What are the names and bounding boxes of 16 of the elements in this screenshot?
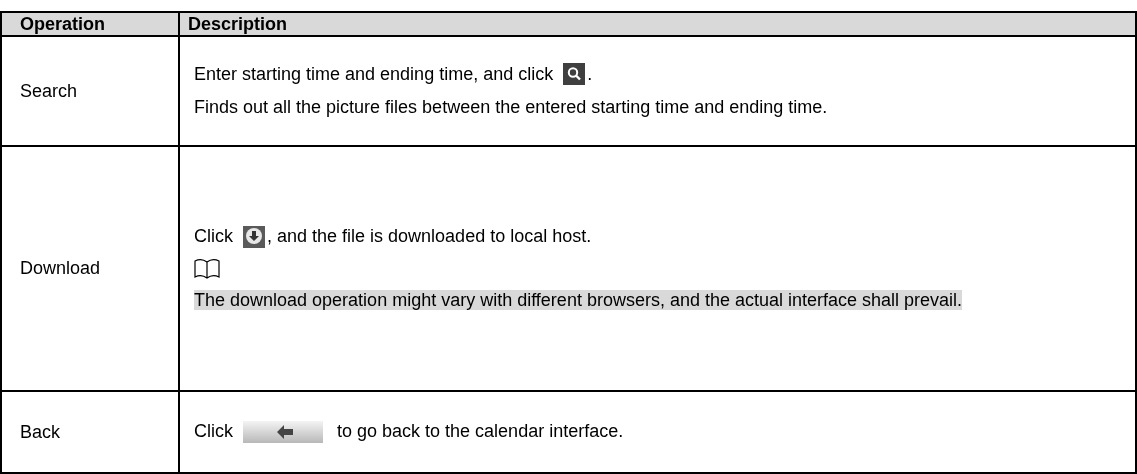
operation-name: Download [20, 258, 101, 278]
download-icon [243, 225, 265, 248]
operation-name: Search [20, 80, 78, 101]
instruction-text: Click [194, 420, 233, 444]
column-header: Operation [1, 12, 179, 36]
instruction-text: Click [194, 225, 233, 249]
instruction-text: Enter starting time and ending time, and click [194, 62, 554, 86]
column-header: Description [179, 12, 1136, 36]
instruction-text: to go back to the calendar interface. [337, 420, 624, 444]
search-icon [563, 63, 586, 86]
instruction-text: , and the file is downloaded to local host. [267, 225, 592, 249]
book-icon [194, 257, 220, 280]
operation-name: Back [20, 421, 61, 442]
note-text: The download operation might vary with different browsers, and the actual interface shall prevail. [194, 289, 963, 310]
description-text: Finds out all the picture files between the entered starting time and ending time. [194, 97, 828, 117]
instruction-text: . [587, 62, 593, 86]
